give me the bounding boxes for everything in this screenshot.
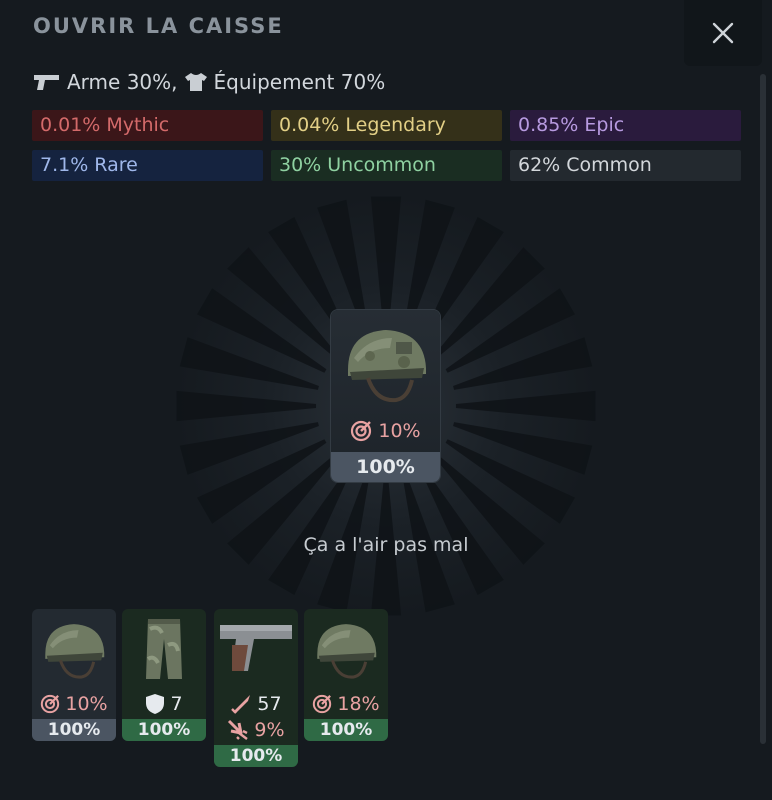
inventory-item-pistol[interactable]: 57 9% 100% xyxy=(214,609,298,767)
reward-stat: 10% xyxy=(331,420,440,442)
rarity-common: 62% Common xyxy=(510,150,741,181)
item-condition: 100% xyxy=(32,719,116,741)
item-stat-value: 57 xyxy=(257,693,282,715)
bullet-icon xyxy=(231,695,251,714)
reward-card[interactable]: 10% 100% xyxy=(331,310,440,482)
target-icon xyxy=(351,420,372,442)
item-stat-value: 10% xyxy=(65,693,108,715)
target-icon xyxy=(313,694,332,714)
helmet-icon xyxy=(317,624,377,679)
reward-stat-value: 10% xyxy=(378,420,421,442)
item-condition: 100% xyxy=(214,745,298,767)
dialog-title: OUVRIR LA CAISSE xyxy=(33,14,284,38)
inventory-item-helmet-2[interactable]: 18% 100% xyxy=(304,609,388,741)
close-button[interactable] xyxy=(684,0,762,66)
equipment-chance: Équipement 70% xyxy=(213,70,386,94)
item-stat-secondary: 9% xyxy=(214,717,298,743)
item-stat2-value: 9% xyxy=(254,719,285,741)
crit-icon xyxy=(228,719,249,740)
rarity-epic: 0.85% Epic xyxy=(510,110,741,141)
item-stat-value: 7 xyxy=(170,693,183,715)
shield-icon xyxy=(146,694,165,714)
rarity-uncommon: 30% Uncommon xyxy=(271,150,502,181)
helmet-icon xyxy=(348,330,426,403)
item-stat: 57 xyxy=(214,691,298,717)
tshirt-icon xyxy=(184,73,207,91)
item-condition: 100% xyxy=(304,719,388,741)
rarity-mythic: 0.01% Mythic xyxy=(32,110,263,141)
rarity-legendary: 0.04% Legendary xyxy=(271,110,502,141)
helmet-icon xyxy=(45,624,105,679)
pistol-icon xyxy=(34,75,59,90)
inventory-item-pants[interactable]: 7 100% xyxy=(122,609,206,741)
inventory-item-helmet[interactable]: 10% 100% xyxy=(32,609,116,741)
close-icon xyxy=(712,22,734,44)
pants-icon xyxy=(146,619,182,679)
drop-split: Arme 30%, Équipement 70% xyxy=(33,70,385,94)
target-icon xyxy=(41,694,60,714)
weapon-chance: Arme 30%, xyxy=(67,70,178,94)
item-stat: 10% xyxy=(32,691,116,717)
item-condition: 100% xyxy=(122,719,206,741)
item-stat-value: 18% xyxy=(337,693,380,715)
scrollbar-track[interactable] xyxy=(760,74,766,744)
reward-caption: Ça a l'air pas mal xyxy=(303,534,469,556)
pistol-icon xyxy=(220,625,292,671)
item-stat: 7 xyxy=(122,691,206,717)
item-stat: 18% xyxy=(304,691,388,717)
rarity-rare: 7.1% Rare xyxy=(32,150,263,181)
reward-condition: 100% xyxy=(331,452,440,482)
